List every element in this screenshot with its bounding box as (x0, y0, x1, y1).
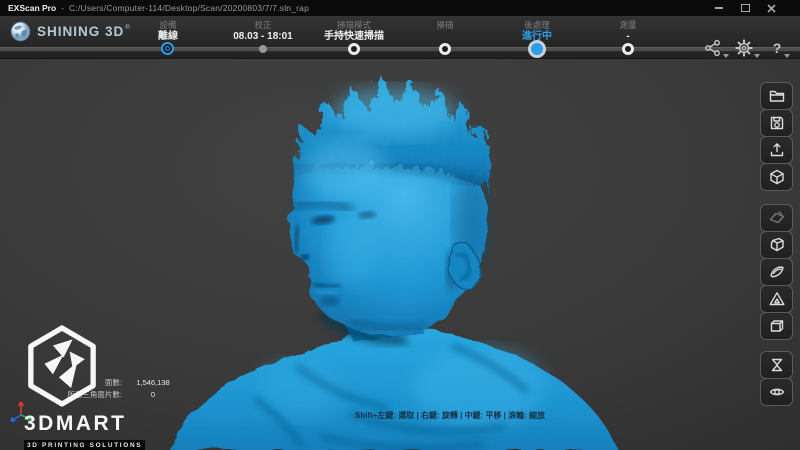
curved-surface-icon (768, 263, 786, 281)
step-marker-post-processing[interactable] (528, 40, 546, 58)
help-dropdown-caret (784, 54, 790, 58)
toolbar-view-group (760, 351, 793, 406)
file-path: C:/Users/Computer-114/Desktop/Scan/20200… (69, 3, 309, 13)
share-button[interactable] (704, 39, 728, 59)
step-device[interactable]: 設備 離線 (158, 20, 178, 43)
globe-icon (10, 21, 31, 42)
title-bar: EXScan Pro - C:/Users/Computer-114/Deskt… (0, 0, 800, 16)
triangle-mesh-icon (768, 290, 786, 308)
title-separator: - (61, 3, 64, 13)
step-scan-mode[interactable]: 掃描模式 手持快速掃描 (324, 20, 384, 43)
watermark-brand: 3DMART (24, 414, 145, 434)
double-triangle-icon (768, 356, 786, 374)
save-project-button[interactable] (760, 109, 793, 137)
open-folder-icon (768, 87, 786, 105)
bounding-box-button[interactable] (760, 312, 793, 340)
step-marker-scan-mode[interactable] (348, 43, 360, 55)
simplify-mesh-button[interactable] (760, 285, 793, 313)
export-upload-icon (768, 141, 786, 159)
surface-patch-button[interactable] (760, 258, 793, 286)
toolbar-edit-group (760, 204, 793, 340)
brand-name: SHINING 3D (37, 24, 124, 39)
brand-registered: ® (125, 25, 129, 31)
model-view-button[interactable] (760, 163, 793, 191)
share-dropdown-caret (723, 54, 729, 58)
maximize-icon[interactable] (740, 3, 750, 13)
settings-dropdown-caret (754, 54, 760, 58)
step-marker-scan[interactable] (439, 43, 451, 55)
cube-icon (768, 168, 786, 186)
toolbar-file-group (760, 82, 793, 191)
window-controls (714, 3, 792, 13)
step-measurement[interactable]: 測量 - (619, 20, 636, 43)
watermark-tagline: 3D PRINTING SOLUTIONS (24, 440, 145, 450)
settings-gear-icon (735, 39, 753, 57)
save-floppy-icon (768, 114, 786, 132)
brand-logo: SHINING 3D® (10, 21, 130, 42)
open-project-button[interactable] (760, 82, 793, 110)
step-calibration[interactable]: 校正 08.03 - 18:01 (233, 20, 293, 43)
step-marker-calibration[interactable] (259, 45, 267, 53)
workflow-progress-track (0, 47, 800, 52)
flip-selection-button[interactable] (760, 351, 793, 379)
visibility-button[interactable] (760, 378, 793, 406)
close-icon[interactable] (766, 3, 776, 13)
export-model-button[interactable] (760, 136, 793, 164)
step-scan[interactable]: 掃描 (436, 20, 453, 31)
app-window: EXScan Pro - C:/Users/Computer-114/Deskt… (0, 0, 800, 450)
vendor-watermark: 3DMART 3D PRINTING SOLUTIONS (24, 324, 145, 450)
share-icon (704, 39, 722, 57)
step-marker-device[interactable] (161, 42, 174, 55)
cutting-plane-button[interactable] (760, 204, 793, 232)
mouse-hint-text: Shift+左鍵: 選取 | 右鍵: 旋轉 | 中鍵: 平移 | 滾輪: 縮放 (355, 410, 545, 421)
viewport-3d-canvas[interactable]: Shift+左鍵: 選取 | 右鍵: 旋轉 | 中鍵: 平移 | 滾輪: 縮放 … (0, 58, 800, 450)
help-button[interactable]: ? (765, 39, 789, 59)
corner-cut-cube-button[interactable] (760, 231, 793, 259)
corner-cut-cube-icon (768, 236, 786, 254)
step-marker-measurement[interactable] (622, 43, 634, 55)
bounding-box-icon (768, 317, 786, 335)
minimize-icon[interactable] (714, 3, 724, 13)
eye-icon (768, 383, 786, 401)
app-title: EXScan Pro (8, 3, 56, 13)
workflow-bar: SHINING 3D® 設備 離線 校正 08.03 - 18:01 掃描模式 … (0, 16, 800, 59)
settings-button[interactable] (735, 39, 759, 59)
3dmart-hexagon-logo-icon (24, 324, 100, 408)
cutting-plane-icon (768, 209, 786, 227)
